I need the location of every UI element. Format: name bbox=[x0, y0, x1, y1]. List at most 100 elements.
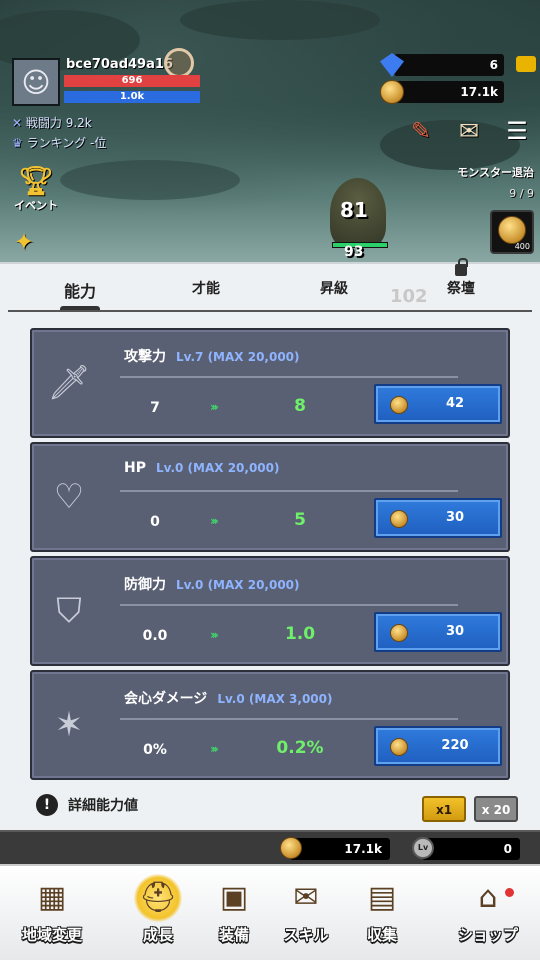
ranking-text: ランキング -位 bbox=[26, 136, 107, 150]
gem-counter: 6 bbox=[380, 53, 504, 77]
nav-label: 地域変更 bbox=[21, 926, 82, 944]
nav-region-change[interactable]: ▦ 地域変更 bbox=[8, 874, 96, 945]
stat-current-value: 0.0 bbox=[142, 628, 168, 644]
heart-icon: ♡ bbox=[53, 477, 85, 517]
target-lock-icon[interactable] bbox=[164, 48, 194, 78]
upgrade-defense-button[interactable]: 30 bbox=[374, 612, 502, 652]
combat-power: ✕ 戦闘力 9.2k bbox=[12, 114, 92, 131]
gem-icon bbox=[380, 53, 404, 77]
gem-shop-button[interactable] bbox=[516, 56, 536, 72]
gold-amount: 17.1k bbox=[460, 85, 498, 99]
quest-progress: 9 / 9 bbox=[509, 187, 534, 200]
tab-altar[interactable]: 祭壇 bbox=[421, 258, 501, 298]
gold-counter: 17.1k bbox=[280, 837, 390, 860]
level-point-amount: 0 bbox=[503, 842, 512, 856]
stat-next-value: 8 bbox=[294, 396, 306, 416]
stat-level: Lv.0 (MAX 20,000) bbox=[155, 461, 280, 475]
combat-power-text: 戦闘力 9.2k bbox=[25, 116, 92, 130]
tab-altar-label: 祭壇 bbox=[447, 281, 475, 297]
chevron-right-icon: ››› bbox=[210, 400, 219, 414]
divider bbox=[120, 376, 458, 378]
menu-icon[interactable]: ☰ bbox=[500, 114, 534, 148]
upgrade-hp-button[interactable]: 30 bbox=[374, 498, 502, 538]
event-button[interactable]: 🏆︎ イベント bbox=[14, 164, 58, 213]
ranking[interactable]: ♛ ランキング -位 bbox=[12, 134, 106, 151]
scene-foliage bbox=[180, 0, 380, 40]
stat-name: HP Lv.0 (MAX 20,000) bbox=[124, 460, 280, 476]
stat-current-value: 0% bbox=[143, 742, 167, 758]
upgrade-cost: 30 bbox=[445, 510, 465, 525]
stat-card-critical-damage: ✶ 会心ダメージ Lv.0 (MAX 3,000) 0% ››› 0.2% 220 bbox=[30, 670, 510, 780]
chevron-right-icon: ››› bbox=[210, 628, 219, 642]
bottom-nav: ▦ 地域変更 ⛑︎ 成長 ▣ 装備 ✉ スキル ▤ 収集 ⌂ ショップ bbox=[0, 864, 540, 960]
nav-shop[interactable]: ⌂ ショップ bbox=[444, 874, 532, 945]
quest-scroll-icon[interactable]: ✎ bbox=[404, 114, 438, 148]
mp-value: 1.0k bbox=[119, 91, 145, 102]
detailed-stats-label: 詳細能力値 bbox=[68, 798, 138, 814]
detailed-stats-button[interactable]: ! 詳細能力値 bbox=[36, 794, 138, 816]
nav-skill[interactable]: ✉ スキル bbox=[262, 874, 350, 945]
game-scene: ☺ bce70ad49a16 696 1.0k ✕ 戦闘力 9.2k ♛ ランキ… bbox=[0, 0, 540, 262]
stat-card-attack: 🗡︎ 攻撃力 Lv.7 (MAX 20,000) 7 ››› 8 42 bbox=[30, 328, 510, 438]
event-label: イベント bbox=[14, 199, 58, 212]
upgrade-cost: 220 bbox=[441, 738, 469, 753]
tab-divider bbox=[8, 310, 532, 312]
scroll-icon: ✉ bbox=[293, 880, 319, 915]
quest-reward-button[interactable]: 400 bbox=[490, 210, 534, 254]
level-point-icon: Lv bbox=[412, 837, 434, 859]
multiplier-x20-button[interactable]: x 20 bbox=[474, 796, 518, 822]
stat-level: Lv.0 (MAX 3,000) bbox=[217, 692, 333, 706]
damage-number: 81 bbox=[340, 198, 368, 222]
avatar[interactable]: ☺ bbox=[12, 58, 60, 106]
stat-level: Lv.7 (MAX 20,000) bbox=[176, 350, 300, 364]
divider bbox=[120, 718, 458, 720]
stat-card-defense: ⛉ 防御力 Lv.0 (MAX 20,000) 0.0 ››› 1.0 30 bbox=[30, 556, 510, 666]
nav-growth[interactable]: ⛑︎ 成長 bbox=[114, 874, 202, 945]
sword-icon: 🗡︎ bbox=[47, 363, 91, 403]
coin-icon bbox=[390, 624, 408, 642]
bonus-icon: ✦ bbox=[14, 228, 35, 256]
resource-strip: 17.1k Lv 0 bbox=[0, 830, 540, 864]
player-panel[interactable]: ☺ bbox=[12, 58, 60, 106]
quest-reward-amount: 400 bbox=[514, 242, 530, 251]
chevron-right-icon: ››› bbox=[210, 742, 219, 756]
coin-icon bbox=[498, 216, 526, 244]
book-icon: ▤ bbox=[367, 880, 397, 915]
stat-name: 攻撃力 Lv.7 (MAX 20,000) bbox=[124, 346, 300, 366]
multiplier-x1-button[interactable]: x1 bbox=[422, 796, 466, 822]
damage-number: 102 bbox=[390, 286, 428, 307]
gold-amount: 17.1k bbox=[344, 842, 382, 856]
coin-icon bbox=[390, 738, 408, 756]
chest-icon: ⌂ bbox=[478, 880, 498, 915]
upgrade-cost: 42 bbox=[445, 396, 465, 411]
coin-icon bbox=[380, 80, 404, 104]
stat-list: 🗡︎ 攻撃力 Lv.7 (MAX 20,000) 7 ››› 8 42 ♡ HP L… bbox=[30, 328, 510, 784]
bonus-button[interactable]: ✦ bbox=[14, 228, 34, 256]
gold-counter: 17.1k bbox=[380, 80, 504, 104]
upgrade-critical-damage-button[interactable]: 220 bbox=[374, 726, 502, 766]
coin-icon bbox=[390, 396, 408, 414]
tab-promotion[interactable]: 昇級 bbox=[294, 278, 374, 298]
mail-icon[interactable]: ✉ bbox=[452, 114, 486, 148]
shield-icon: ⛉ bbox=[56, 591, 82, 631]
stat-name-text: HP bbox=[124, 460, 146, 476]
trophy-icon: 🏆︎ bbox=[18, 164, 54, 197]
upgrade-attack-button[interactable]: 42 bbox=[374, 384, 502, 424]
nav-label: スキル bbox=[283, 926, 329, 944]
scene-foliage bbox=[380, 120, 520, 170]
tab-ability[interactable]: 能力 bbox=[40, 278, 120, 302]
swords-icon: ✕ bbox=[12, 116, 26, 130]
hp-bar: 696 bbox=[64, 75, 200, 87]
upgrade-cost: 30 bbox=[445, 624, 465, 639]
nav-label: ショップ bbox=[457, 926, 518, 944]
stat-level: Lv.0 (MAX 20,000) bbox=[176, 578, 300, 592]
scene-foliage bbox=[60, 160, 240, 200]
tab-talent[interactable]: 才能 bbox=[166, 278, 246, 298]
nav-collection[interactable]: ▤ 収集 bbox=[338, 874, 426, 945]
tab-bar: 能力 才能 昇級 祭壇 102 bbox=[0, 258, 540, 312]
stat-card-hp: ♡ HP Lv.0 (MAX 20,000) 0 ››› 5 30 bbox=[30, 442, 510, 552]
stat-next-value: 5 bbox=[294, 510, 306, 530]
hp-value: 696 bbox=[121, 75, 143, 86]
critical-sword-icon: ✶ bbox=[54, 705, 84, 745]
nav-label: 成長 bbox=[142, 926, 173, 944]
